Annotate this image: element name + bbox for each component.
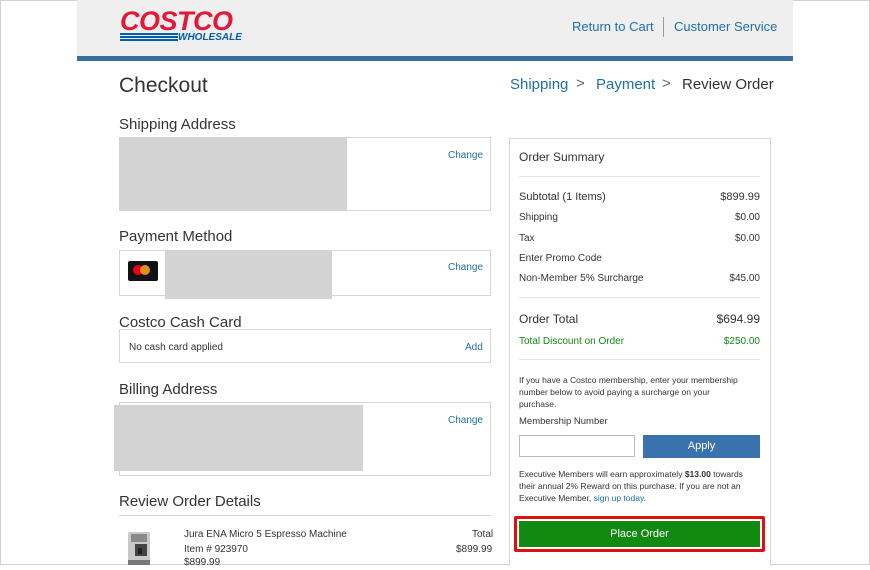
review-order-title: Review Order Details xyxy=(119,493,261,510)
payment-method-title: Payment Method xyxy=(119,228,233,245)
place-order-highlight: Place Order xyxy=(514,516,765,552)
summary-divider xyxy=(519,359,760,360)
review-divider xyxy=(119,515,491,516)
item-name[interactable]: Jura ENA Micro 5 Espresso Machine xyxy=(184,529,347,540)
shipping-address-redacted xyxy=(119,137,347,210)
logo-subtitle: WHOLESALE xyxy=(178,32,242,43)
discount-value: $250.00 xyxy=(723,336,760,347)
billing-address-redacted xyxy=(114,405,363,471)
summary-divider xyxy=(519,297,760,298)
breadcrumb-payment[interactable]: Payment xyxy=(596,76,655,93)
cash-card-status: No cash card applied xyxy=(129,342,223,353)
executive-member-note: Executive Members will earn approximatel… xyxy=(519,468,764,504)
item-total-value: $899.99 xyxy=(456,544,493,555)
exec-note-text: . xyxy=(643,493,646,503)
logo-stripes-icon xyxy=(120,33,178,42)
item-number: Item # 923970 xyxy=(184,544,248,555)
shipping-label: Shipping xyxy=(519,212,558,223)
shipping-address-title: Shipping Address xyxy=(119,116,236,133)
membership-number-input[interactable] xyxy=(519,435,635,457)
order-total-value: $694.99 xyxy=(716,312,760,326)
membership-note: If you have a Costco membership, enter y… xyxy=(519,374,738,410)
exec-note-text: Executive Member, xyxy=(519,493,594,503)
customer-service-link[interactable]: Customer Service xyxy=(674,19,777,34)
sign-up-today-link[interactable]: sign up today xyxy=(594,493,644,503)
item-price: $899.99 xyxy=(184,557,221,568)
page-title: Checkout xyxy=(119,74,208,97)
return-to-cart-link[interactable]: Return to Cart xyxy=(572,19,654,34)
billing-change-link[interactable]: Change xyxy=(448,415,483,426)
logo-wordmark: COSTCO xyxy=(120,6,233,36)
header-divider xyxy=(663,17,664,37)
membership-number-label: Membership Number xyxy=(519,416,608,427)
shipping-value: $0.00 xyxy=(734,212,760,223)
header-accent-bar xyxy=(77,56,793,61)
breadcrumb-shipping[interactable]: Shipping xyxy=(510,76,568,93)
mastercard-icon xyxy=(128,261,158,281)
summary-divider xyxy=(519,176,760,177)
payment-change-link[interactable]: Change xyxy=(448,262,483,273)
apply-button[interactable]: Apply xyxy=(643,435,760,458)
tax-label: Tax xyxy=(519,233,535,244)
surcharge-label: Non-Member 5% Surcharge xyxy=(519,273,644,284)
discount-label: Total Discount on Order xyxy=(519,336,625,347)
membership-note-line: If you have a Costco membership, enter y… xyxy=(519,375,738,385)
tax-value: $0.00 xyxy=(734,233,760,244)
payment-details-redacted xyxy=(165,250,332,299)
place-order-button[interactable]: Place Order xyxy=(519,521,760,547)
exec-note-text: Executive Members will earn approximatel… xyxy=(519,469,685,479)
cash-card-add-link[interactable]: Add xyxy=(465,342,483,353)
billing-address-title: Billing Address xyxy=(119,381,218,398)
subtotal-label: Subtotal (1 Items) xyxy=(519,191,606,203)
order-total-label: Order Total xyxy=(519,312,579,326)
breadcrumb-chevron-icon: > xyxy=(662,75,671,92)
membership-note-line: number below to avoid paying a surcharge… xyxy=(519,387,710,397)
membership-note-line: purchase. xyxy=(519,399,557,409)
promo-code-link[interactable]: Enter Promo Code xyxy=(519,253,602,264)
surcharge-value: $45.00 xyxy=(729,273,760,284)
breadcrumb-chevron-icon: > xyxy=(576,75,585,92)
exec-reward-amount: $13.00 xyxy=(684,469,711,479)
order-summary-title: Order Summary xyxy=(519,150,605,164)
shipping-change-link[interactable]: Change xyxy=(448,150,483,161)
exec-note-text: towards xyxy=(710,469,743,479)
exec-note-text: their annual 2% Reward on this purchase.… xyxy=(519,481,741,491)
breadcrumb-review-order: Review Order xyxy=(682,76,774,93)
espresso-machine-image[interactable] xyxy=(125,530,155,565)
subtotal-value: $899.99 xyxy=(720,191,760,203)
item-total-label: Total xyxy=(472,529,494,540)
